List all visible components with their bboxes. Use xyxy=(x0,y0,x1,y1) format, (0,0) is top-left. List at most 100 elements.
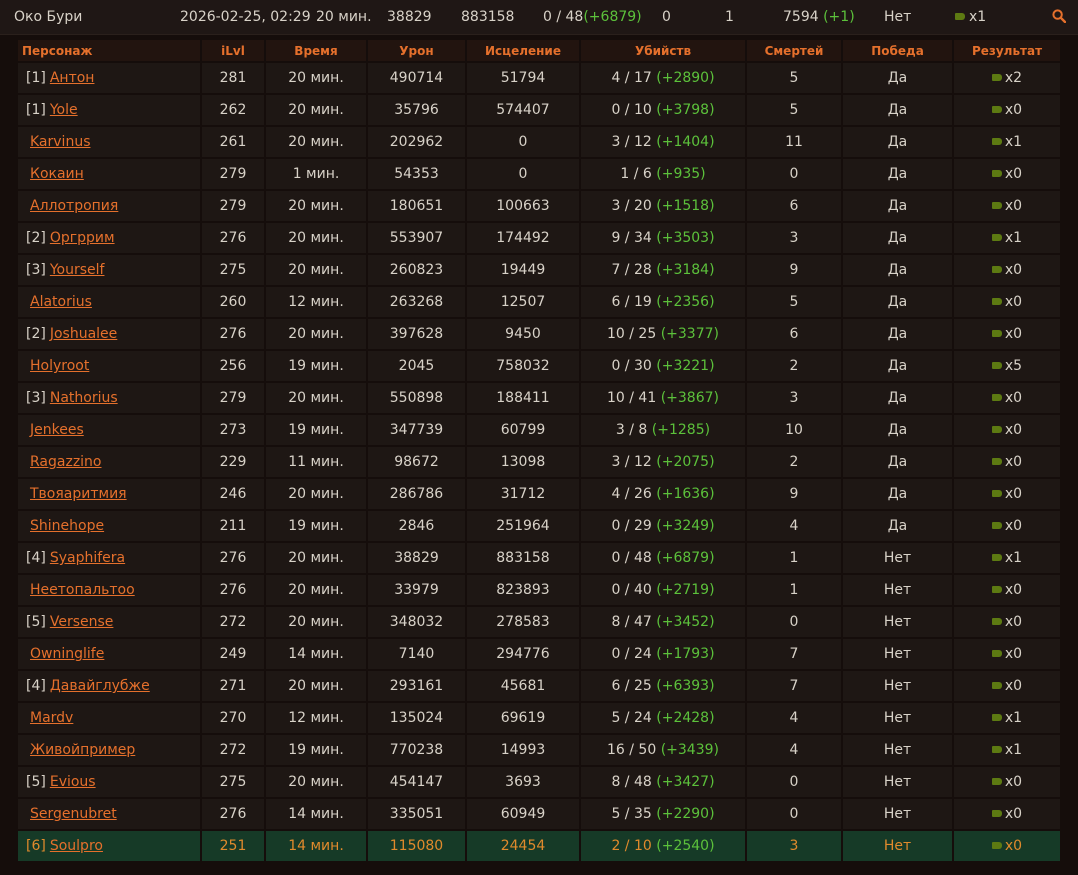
column-header-ilvl[interactable]: iLvl xyxy=(202,40,264,61)
cell-victory: Да xyxy=(843,287,952,317)
character-link[interactable]: Evious xyxy=(50,774,96,790)
cell-ilvl: 279 xyxy=(202,383,264,413)
cell-victory: Да xyxy=(843,511,952,541)
table-row: [1] Yole 262 20 мин. 35796 574407 0 / 10 (+379… xyxy=(18,95,1060,125)
kills-bonus: (+2719) xyxy=(656,582,715,598)
result-value: x0 xyxy=(1004,838,1023,854)
table-row: Karvinus 261 20 мин. 202962 0 3 / 12 (+1404) 1… xyxy=(18,127,1060,157)
column-header-victory[interactable]: Победа xyxy=(843,40,952,61)
cell-deaths: 1 xyxy=(747,543,841,573)
cell-kills: 6 / 19 (+2356) xyxy=(581,287,745,317)
kills-bonus: (+3184) xyxy=(656,262,715,278)
character-link[interactable]: Joshualee xyxy=(50,326,117,342)
cell-character: Живойпример xyxy=(18,735,200,765)
result-value: x1 xyxy=(1004,742,1023,758)
character-link[interactable]: Mardv xyxy=(30,710,73,726)
cell-damage: 347739 xyxy=(368,415,465,445)
flag-icon xyxy=(991,458,1002,465)
group-badge: [6] xyxy=(26,838,46,854)
character-link[interactable]: Давайглубже xyxy=(50,678,150,694)
group-badge: [1] xyxy=(26,70,46,86)
cell-damage: 33979 xyxy=(368,575,465,605)
kills-value: 10 / 41 xyxy=(607,390,657,406)
cell-time: 20 мин. xyxy=(266,383,366,413)
character-link[interactable]: Антон xyxy=(50,70,95,86)
table-row: [1] Антон 281 20 мин. 490714 51794 4 / 17 (+28… xyxy=(18,63,1060,93)
cell-time: 20 мин. xyxy=(266,543,366,573)
character-link[interactable]: Ragazzino xyxy=(30,454,102,470)
flag-icon xyxy=(991,74,1002,81)
flag-icon xyxy=(991,650,1002,657)
character-link[interactable]: Nathorius xyxy=(50,390,118,406)
result-value: x0 xyxy=(1004,806,1023,822)
cell-character: [3] Nathorius xyxy=(18,383,200,413)
cell-result: x0 xyxy=(954,831,1060,861)
character-link[interactable]: Неетопальтоо xyxy=(30,582,135,598)
kills-value: 0 / 40 xyxy=(611,582,652,598)
character-link[interactable]: Syaphifera xyxy=(50,550,125,566)
kills-bonus: (+3427) xyxy=(656,774,715,790)
column-header-character[interactable]: Персонаж xyxy=(18,40,200,61)
cell-deaths: 7 xyxy=(747,639,841,669)
kills-value: 5 / 24 xyxy=(611,710,652,726)
cell-time: 20 мин. xyxy=(266,671,366,701)
cell-character: Holyroot xyxy=(18,351,200,381)
cell-damage: 38829 xyxy=(368,543,465,573)
cell-deaths: 5 xyxy=(747,287,841,317)
cell-deaths: 0 xyxy=(747,159,841,189)
result-value: x0 xyxy=(1004,774,1023,790)
cell-healing: 24454 xyxy=(467,831,579,861)
character-link[interactable]: Кокаин xyxy=(30,166,84,182)
cell-kills: 0 / 40 (+2719) xyxy=(581,575,745,605)
cell-time: 20 мин. xyxy=(266,95,366,125)
character-link[interactable]: Оргррим xyxy=(50,230,115,246)
kills-value: 2 / 10 xyxy=(611,838,652,854)
cell-time: 19 мин. xyxy=(266,735,366,765)
cell-deaths: 10 xyxy=(747,415,841,445)
cell-time: 14 мин. xyxy=(266,799,366,829)
search-icon[interactable] xyxy=(1052,9,1066,23)
table-row: Owninglife 249 14 мин. 7140 294776 0 / 24 (+1… xyxy=(18,639,1060,669)
character-link[interactable]: Holyroot xyxy=(30,358,89,374)
table-row: [3] Yourself 275 20 мин. 260823 19449 7 / 28 (… xyxy=(18,255,1060,285)
table-row: Shinehope 211 19 мин. 2846 251964 0 / 29 (+32… xyxy=(18,511,1060,541)
character-link[interactable]: Yole xyxy=(50,102,78,118)
character-link[interactable]: Аллотропия xyxy=(30,198,118,214)
cell-character: Sergenubret xyxy=(18,799,200,829)
column-header-time[interactable]: Время xyxy=(266,40,366,61)
kills-value: 0 / 29 xyxy=(611,518,652,534)
cell-time: 20 мин. xyxy=(266,63,366,93)
character-link[interactable]: Soulpro xyxy=(50,838,103,854)
flag-icon xyxy=(991,362,1002,369)
cell-character: Shinehope xyxy=(18,511,200,541)
column-header-damage[interactable]: Урон xyxy=(368,40,465,61)
column-header-deaths[interactable]: Смертей xyxy=(747,40,841,61)
result-value: x1 xyxy=(1004,550,1023,566)
character-link[interactable]: Jenkees xyxy=(30,422,84,438)
character-link[interactable]: Shinehope xyxy=(30,518,104,534)
character-link[interactable]: Живойпример xyxy=(30,742,135,758)
column-header-healing[interactable]: Исцеление xyxy=(467,40,579,61)
cell-victory: Да xyxy=(843,159,952,189)
character-link[interactable]: Owninglife xyxy=(30,646,104,662)
character-link[interactable]: Твояаритмия xyxy=(30,486,127,502)
cell-ilvl: 276 xyxy=(202,543,264,573)
cell-time: 11 мин. xyxy=(266,447,366,477)
character-link[interactable]: Sergenubret xyxy=(30,806,117,822)
summary-date: 2026-02-25, 02:29 xyxy=(180,9,311,25)
character-link[interactable]: Yourself xyxy=(50,262,105,278)
character-link[interactable]: Karvinus xyxy=(30,134,90,150)
column-header-kills[interactable]: Убийств xyxy=(581,40,745,61)
kills-bonus: (+2356) xyxy=(656,294,715,310)
column-header-result[interactable]: Результат xyxy=(954,40,1060,61)
kills-bonus: (+3249) xyxy=(656,518,715,534)
cell-ilvl: 276 xyxy=(202,319,264,349)
character-link[interactable]: Versense xyxy=(50,614,114,630)
character-link[interactable]: Alatorius xyxy=(30,294,92,310)
kills-value: 6 / 25 xyxy=(611,678,652,694)
table-row: Mardv 270 12 мин. 135024 69619 5 / 24 (+2428)… xyxy=(18,703,1060,733)
kills-value: 9 / 34 xyxy=(611,230,652,246)
result-value: x0 xyxy=(1004,198,1023,214)
cell-result: x2 xyxy=(954,63,1060,93)
cell-result: x0 xyxy=(954,671,1060,701)
